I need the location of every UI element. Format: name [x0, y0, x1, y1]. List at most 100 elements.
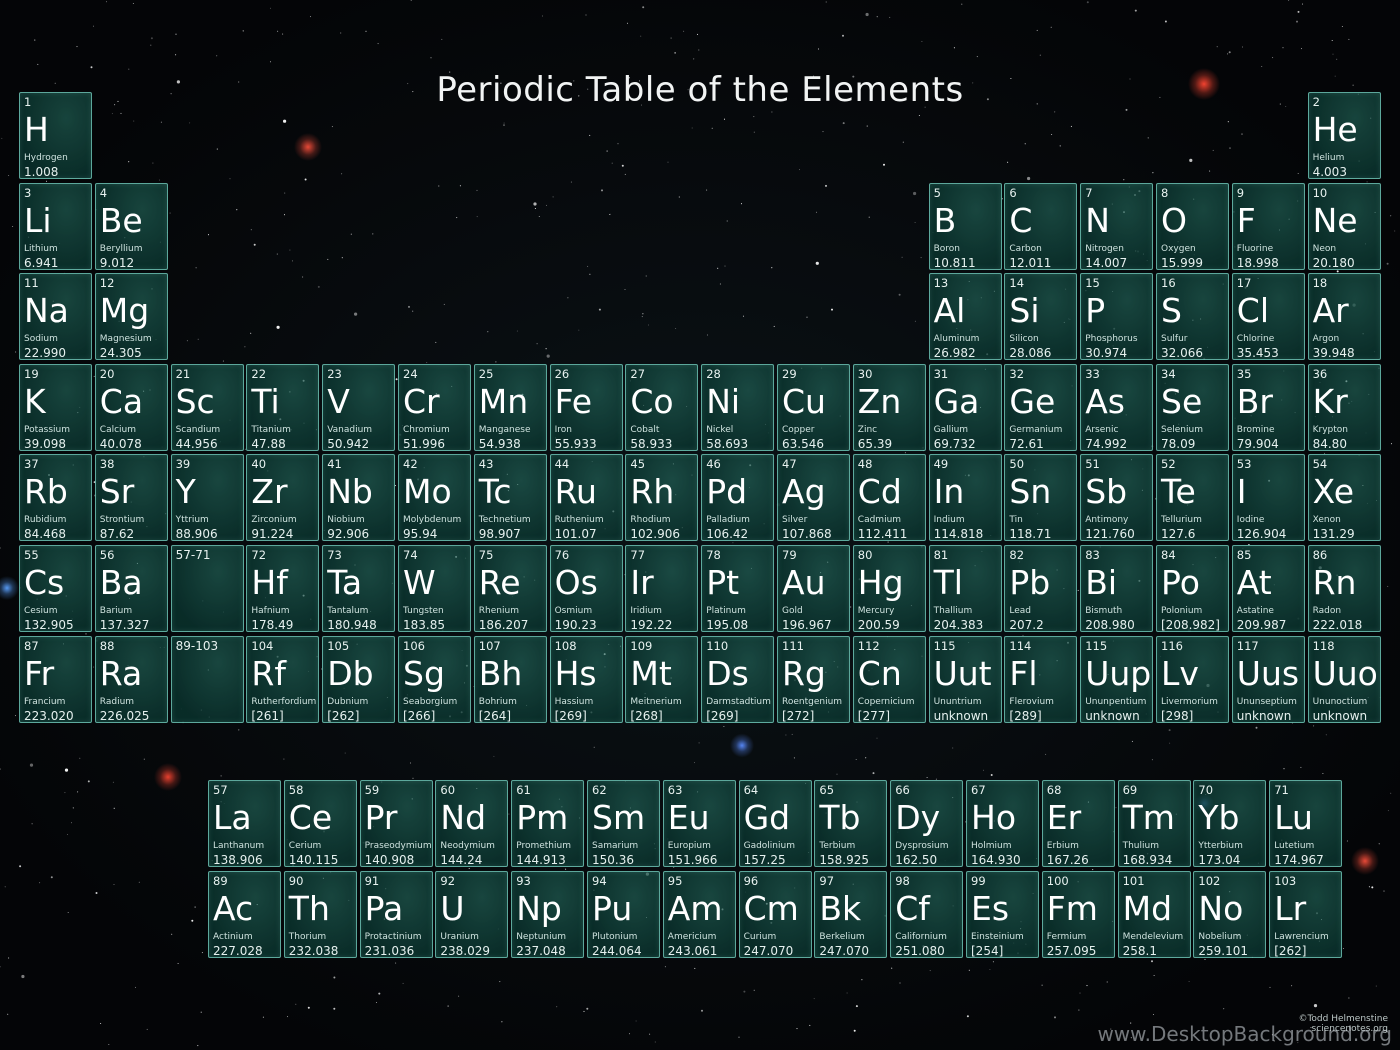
element-weight: 195.08	[706, 618, 749, 632]
star	[67, 911, 69, 914]
star	[1212, 149, 1214, 151]
element-weight: 69.732	[933, 436, 976, 451]
watermark-text: www.DesktopBackground.org	[1097, 1022, 1392, 1046]
star	[222, 360, 224, 362]
element-cell-th: 90 Th Thorium 232.038	[283, 871, 357, 958]
element-weight: 26.982	[933, 346, 976, 361]
star	[242, 30, 244, 32]
star	[1297, 10, 1300, 13]
star	[37, 63, 39, 65]
star	[1331, 39, 1333, 42]
star	[865, 12, 869, 17]
star	[189, 122, 191, 124]
element-name: Californium	[895, 932, 947, 942]
element-weight: 65.39	[857, 436, 893, 451]
element-number: 81	[933, 548, 949, 562]
element-name: Arsenic	[1085, 424, 1119, 435]
star	[269, 61, 272, 63]
element-name: Silicon	[1009, 334, 1039, 345]
star	[1296, 20, 1298, 23]
star	[458, 995, 460, 997]
element-name: Indium	[933, 515, 965, 526]
element-number: 88	[99, 638, 115, 653]
star	[664, 966, 666, 968]
element-name: Cerium	[288, 841, 322, 851]
element-symbol: Ba	[99, 563, 143, 602]
element-cell-rg: 111 Rg Roentgenium [272]	[777, 635, 850, 723]
star	[982, 769, 985, 771]
element-cell-cr: 24 Cr Chromium 51.996	[398, 363, 471, 451]
element-number: 61	[516, 783, 531, 797]
star	[624, 173, 626, 175]
star	[719, 283, 721, 285]
star	[253, 243, 256, 246]
element-name: Rutherfordium	[251, 696, 317, 707]
element-weight: 30.974	[1085, 346, 1128, 361]
element-name: Lutetium	[1274, 841, 1315, 851]
element-symbol: Ds	[706, 653, 749, 693]
element-cell-pa: 91 Pa Protactinium 231.036	[359, 871, 433, 958]
element-number: 90	[288, 874, 304, 888]
star	[698, 742, 700, 744]
element-number: 69	[1122, 783, 1138, 797]
element-name: Tellurium	[1161, 515, 1202, 526]
element-number: 39	[175, 457, 191, 472]
element-symbol: Pr	[364, 798, 398, 837]
element-cell-cs: 55 Cs Cesium 132.905	[19, 545, 92, 632]
element-cell-np: 93 Np Neptunium 237.048	[511, 871, 585, 958]
star	[408, 305, 410, 308]
element-cell-er: 68 Er Erbium 167.26	[1041, 780, 1115, 867]
star	[1134, 9, 1137, 12]
element-weight: [269]	[554, 708, 587, 723]
star	[79, 757, 81, 759]
element-number: 74	[403, 548, 418, 562]
star	[567, 297, 569, 299]
element-cell-cf: 98 Cf Californium 251.080	[890, 871, 964, 958]
star	[1216, 46, 1218, 48]
element-weight: 226.025	[99, 708, 150, 723]
element-name: Curium	[743, 932, 777, 942]
element-cell-au: 79 Au Gold 196.967	[777, 545, 850, 632]
element-weight: [272]	[782, 708, 815, 723]
star	[1054, 111, 1056, 113]
star	[578, 329, 580, 331]
element-cell-sb: 51 Sb Antimony 121.760	[1080, 454, 1154, 542]
element-number: 23	[327, 366, 342, 381]
element-number: 116	[1161, 638, 1183, 653]
element-number: 96	[743, 874, 759, 888]
element-symbol: Es	[971, 889, 1010, 928]
element-weight: [261]	[251, 708, 284, 723]
element-symbol: B	[933, 200, 957, 240]
star	[740, 203, 743, 205]
element-weight: 39.098	[24, 436, 66, 451]
element-number: 58	[288, 783, 304, 797]
element-cell-zr: 40 Zr Zirconium 91.224	[246, 454, 320, 542]
element-symbol: P	[1085, 291, 1106, 331]
element-cell-s: 16 S Sulfur 32.066	[1156, 273, 1229, 361]
element-symbol: Po	[1161, 563, 1200, 602]
element-cell-po: 84 Po Polonium [208.982]	[1156, 545, 1229, 632]
element-cell-tl: 81 Tl Thallium 204.383	[928, 545, 1002, 632]
element-symbol: U	[440, 889, 465, 928]
element-symbol: C	[1009, 200, 1033, 240]
element-symbol: Re	[478, 563, 521, 602]
page-title: Periodic Table of the Elements	[436, 70, 964, 110]
element-number: 56	[99, 548, 115, 562]
element-weight: 58.933	[630, 436, 673, 451]
element-weight: 102.906	[630, 527, 681, 542]
element-number: 82	[1009, 548, 1025, 562]
element-symbol: Zn	[857, 381, 902, 421]
element-name: Antimony	[1085, 515, 1129, 526]
element-name: Ununtrium	[933, 696, 982, 707]
element-cell-uus: 117 Uus Ununseptium unknown	[1231, 635, 1305, 723]
element-number: 55	[24, 548, 39, 562]
star	[1070, 125, 1072, 127]
element-weight: 138.906	[213, 853, 263, 867]
star	[412, 777, 414, 779]
element-number: 92	[440, 874, 456, 888]
element-cell-sn: 50 Sn Tin 118.71	[1004, 454, 1078, 542]
star	[976, 56, 978, 58]
element-number: 99	[971, 874, 986, 888]
element-weight: 88.906	[175, 527, 218, 542]
star	[7, 1013, 9, 1015]
